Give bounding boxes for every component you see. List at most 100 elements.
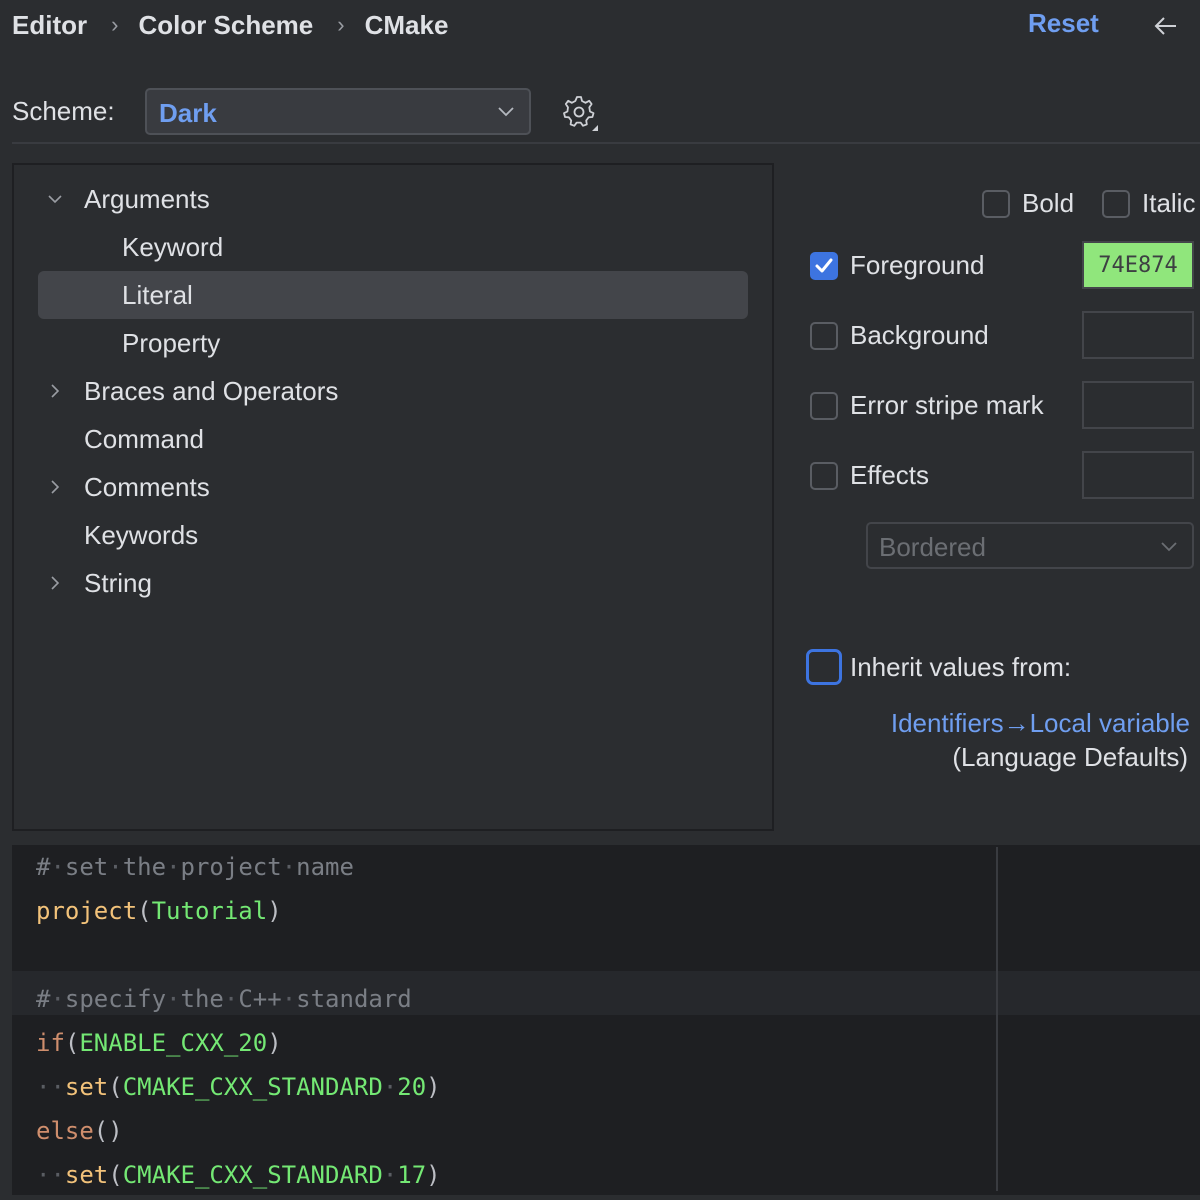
chevron-down-icon [1161,542,1177,552]
tree-item-label: Arguments [84,183,210,214]
chevron-down-icon[interactable] [46,190,64,208]
code-token-ws: · [108,853,123,881]
tree-item-label: Comments [84,471,210,502]
code-token-comment: C++ [238,985,282,1013]
code-preview[interactable]: #·set·the·project·name project(Tutorial) #… [12,845,1200,1195]
gear-icon[interactable] [562,95,598,131]
breadcrumb: Editor › Color Scheme › CMake [12,8,448,42]
code-token-comment: name [296,853,354,881]
code-token-cmd: set [64,1073,109,1101]
code-token-ws: · [281,853,297,881]
code-token-ws: ·· [36,1073,65,1101]
code-token-cmd: project [36,897,138,925]
code-token-paren: ( [64,1029,80,1057]
code-token-ws: · [281,985,297,1013]
code-line: ··set(CMAKE_CXX_STANDARD·20) [36,1065,441,1109]
code-token-comment: # [36,853,51,881]
code-token-paren: () [93,1117,123,1145]
code-token-paren: ( [137,897,152,925]
reset-link[interactable]: Reset [1028,8,1099,39]
code-token-ws: · [50,853,65,881]
italic-checkbox[interactable] [1102,190,1130,218]
tree-item-label: Braces and Operators [84,375,339,406]
code-token-arg: 17 [397,1161,427,1189]
breadcrumb-separator: › [111,12,119,37]
bottom-border [0,1195,1200,1200]
error-stripe-label: Error stripe mark [850,390,1044,420]
scheme-dropdown[interactable]: Dark [145,88,531,135]
code-token-paren: ) [267,1029,282,1057]
code-token-comment: # [36,985,51,1013]
code-token-paren: ) [426,1161,441,1189]
code-line: ··set(CMAKE_CXX_STANDARD·17) [36,1153,441,1195]
tree-item-string[interactable]: String [38,559,748,607]
effects-type-dropdown: Bordered [866,522,1194,569]
tree-item-arguments[interactable]: Arguments [38,175,748,223]
arrow-left-icon[interactable] [1150,10,1182,42]
chevron-right-icon[interactable] [46,478,64,496]
tree-item-label: Command [84,423,204,454]
foreground-color-swatch[interactable]: 74E874 [1082,241,1194,289]
code-token-ws: · [166,985,181,1013]
code-token-arg: 20 [397,1073,427,1101]
code-token-arg: ENABLE_CXX_20 [79,1029,268,1057]
effects-color-swatch[interactable] [1082,451,1194,499]
inherit-checkbox[interactable] [806,649,842,685]
breadcrumb-item-editor[interactable]: Editor [12,10,87,41]
chevron-down-icon [498,107,514,117]
tree-item-label: Literal [122,279,193,310]
bold-checkbox[interactable] [982,190,1010,218]
scheme-value: Dark [159,98,217,128]
tree-item-keywords[interactable]: Keywords [38,511,748,559]
tree-item-label: Keywords [84,519,199,550]
code-token-ws: · [382,1073,398,1101]
code-token-comment: project [180,853,282,881]
code-token-cmd: set [64,1161,109,1189]
scheme-label: Scheme: [12,96,115,126]
error-stripe-checkbox[interactable] [810,392,838,420]
background-checkbox[interactable] [810,322,838,350]
foreground-label: Foreground [850,250,985,280]
code-line: #·set·the·project·name [36,845,354,889]
bold-label: Bold [1022,188,1075,218]
tree-item-label: Keyword [122,231,224,262]
tree-item-comments[interactable]: Comments [38,463,748,511]
tree-item-keyword[interactable]: Keyword [38,223,748,271]
code-token-comment: the [122,853,167,881]
code-token-ws: · [166,853,181,881]
inherit-source-link[interactable]: Identifiers→Local variable [891,708,1190,739]
chevron-right-icon[interactable] [46,382,64,400]
checkmark-icon [815,258,833,273]
code-token-ws: · [223,985,239,1013]
breadcrumb-separator: › [337,12,345,37]
effects-label: Effects [850,460,930,490]
chevron-right-icon[interactable] [46,574,64,592]
italic-label: Italic [1142,188,1196,218]
code-token-comment: the [180,985,224,1013]
tree-item-command[interactable]: Command [38,415,748,463]
code-line: if(ENABLE_CXX_20) [36,1021,282,1065]
code-token-arg: CMAKE_CXX_STANDARD [122,1073,383,1101]
inherit-label: Inherit values from: [850,652,1072,682]
tree-item-label: String [84,567,152,598]
error-stripe-color-swatch[interactable] [1082,381,1194,429]
effects-checkbox[interactable] [810,462,838,490]
code-line: project(Tutorial) [36,889,282,933]
tree-item-literal[interactable]: Literal [38,271,748,319]
code-token-ws: · [50,985,65,1013]
tree-item-braces-and-operators[interactable]: Braces and Operators [38,367,748,415]
breadcrumb-item-color-scheme[interactable]: Color Scheme [138,10,313,41]
foreground-checkbox[interactable] [810,252,838,280]
code-token-ws: ·· [36,1161,65,1189]
background-color-swatch[interactable] [1082,311,1194,359]
code-token-kw: if [36,1029,65,1057]
background-label: Background [850,320,989,350]
code-line: else() [36,1109,123,1153]
tree-item-property[interactable]: Property [38,319,748,367]
code-token-arg: Tutorial [151,897,268,925]
code-line: #·specify·the·C++·standard [36,977,412,1021]
code-token-comment: standard [296,985,412,1013]
header-divider [12,142,1200,144]
attribute-tree[interactable]: Arguments Keyword Literal Property Brace… [12,163,774,831]
effects-type-value: Bordered [879,532,986,562]
